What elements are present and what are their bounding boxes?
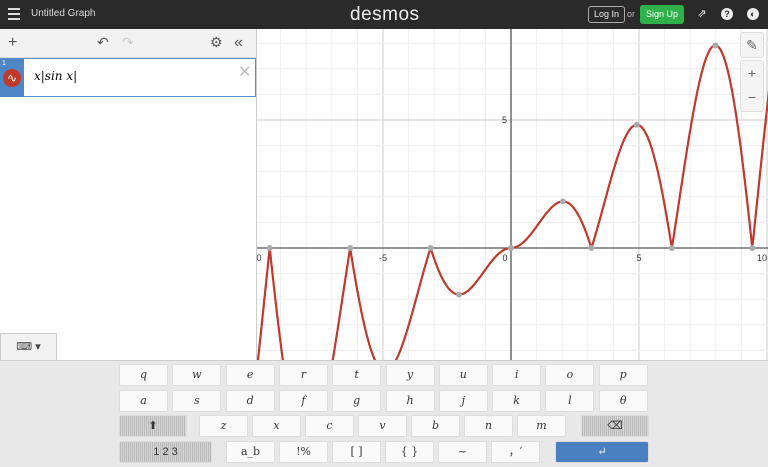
login-button[interactable]: Log In bbox=[588, 6, 626, 23]
key-row2-9[interactable]: θ bbox=[598, 390, 648, 412]
point-of-interest bbox=[456, 291, 463, 298]
x-tick-label: 5 bbox=[636, 253, 641, 263]
x-tick-label: 10 bbox=[757, 253, 767, 263]
shift-key[interactable]: ⬆ bbox=[119, 415, 187, 437]
key-row2-4[interactable]: g bbox=[332, 390, 382, 412]
numbers-key[interactable]: 1 2 3 bbox=[119, 441, 212, 463]
key-row4-4[interactable]: ~ bbox=[438, 441, 487, 463]
key-row3-5[interactable]: n bbox=[464, 415, 513, 437]
x-tick-label: -10 bbox=[257, 253, 262, 263]
key-row2-3[interactable]: f bbox=[278, 390, 328, 412]
y-tick-label: 5 bbox=[502, 115, 507, 125]
menu-icon[interactable] bbox=[8, 8, 20, 20]
key-6[interactable]: u bbox=[438, 364, 488, 386]
point-of-interest bbox=[266, 245, 273, 251]
graph-title[interactable]: Untitled Graph bbox=[31, 8, 95, 19]
key-row2-2[interactable]: d bbox=[225, 390, 275, 412]
point-of-interest bbox=[712, 42, 719, 49]
expression-index: 1 bbox=[2, 60, 6, 67]
expression-panel: + ↶ ↷ ⚙ « 1 ∿ x|sin x| ✕ bbox=[0, 29, 257, 360]
key-row3-2[interactable]: c bbox=[305, 415, 354, 437]
point-of-interest bbox=[559, 198, 566, 205]
signup-button[interactable]: Sign Up bbox=[640, 5, 685, 24]
key-4[interactable]: t bbox=[332, 364, 382, 386]
delete-expression-icon[interactable]: ✕ bbox=[238, 62, 251, 82]
backspace-key[interactable]: ⌫ bbox=[581, 415, 649, 437]
expression-row[interactable]: 1 ∿ x|sin x| ✕ bbox=[0, 58, 256, 97]
header: Untitled Graph desmos Log In or Sign Up … bbox=[0, 0, 768, 29]
point-of-interest bbox=[588, 245, 595, 251]
key-row4-0[interactable]: a_b bbox=[226, 441, 275, 463]
point-of-interest bbox=[633, 121, 640, 128]
key-row2-1[interactable]: s bbox=[172, 390, 222, 412]
key-row2-0[interactable]: a bbox=[119, 390, 168, 412]
key-row4-5[interactable]: ，′ bbox=[491, 441, 540, 463]
key-row4-2[interactable]: [ ] bbox=[332, 441, 381, 463]
settings-button[interactable]: ⚙ bbox=[210, 34, 223, 51]
collapse-panel-button[interactable]: « bbox=[234, 34, 243, 52]
key-row3-3[interactable]: v bbox=[358, 415, 407, 437]
key-1[interactable]: w bbox=[172, 364, 222, 386]
expression-tab[interactable]: 1 ∿ bbox=[0, 59, 24, 97]
add-expression-button[interactable]: + bbox=[8, 34, 17, 52]
key-3[interactable]: r bbox=[278, 364, 328, 386]
expression-input[interactable]: x|sin x| bbox=[34, 69, 77, 83]
globe-icon[interactable]: ◐ bbox=[747, 8, 759, 20]
graph-canvas[interactable]: -10 -5 0 5 10 5 ✎ + − bbox=[257, 29, 768, 360]
key-5[interactable]: y bbox=[385, 364, 435, 386]
graph-svg[interactable]: -10 -5 0 5 10 5 bbox=[257, 29, 768, 360]
graph-settings-wrench-icon[interactable]: ✎ bbox=[740, 32, 764, 58]
point-of-interest bbox=[427, 245, 434, 251]
key-8[interactable]: o bbox=[545, 364, 595, 386]
key-0[interactable]: q bbox=[119, 364, 168, 386]
key-row4-3[interactable]: { } bbox=[385, 441, 434, 463]
key-row2-8[interactable]: l bbox=[545, 390, 595, 412]
function-curve bbox=[257, 44, 768, 360]
key-9[interactable]: p bbox=[598, 364, 648, 386]
key-row2-7[interactable]: k bbox=[492, 390, 542, 412]
point-of-interest bbox=[508, 245, 514, 251]
x-tick-label: 0 bbox=[502, 253, 507, 263]
point-of-interest bbox=[749, 245, 756, 251]
key-row3-0[interactable]: z bbox=[199, 415, 248, 437]
key-row3-1[interactable]: x bbox=[252, 415, 301, 437]
on-screen-keyboard: q w e r t y u i o p a s d f g h j k l θ ⬆ z x c v b n m ⌫ 1 2 3 a_b!%[… bbox=[0, 360, 768, 467]
zoom-out-button[interactable]: − bbox=[741, 85, 763, 109]
key-7[interactable]: i bbox=[492, 364, 542, 386]
zoom-in-button[interactable]: + bbox=[741, 61, 763, 85]
x-tick-label: -5 bbox=[379, 253, 387, 263]
redo-button[interactable]: ↷ bbox=[122, 34, 134, 51]
key-row4-1[interactable]: !% bbox=[279, 441, 328, 463]
keyboard-toggle-button[interactable]: ⌨ ▾ bbox=[0, 333, 57, 361]
key-row3-4[interactable]: b bbox=[411, 415, 460, 437]
expression-toolbar: + ↶ ↷ ⚙ « bbox=[0, 29, 256, 58]
graph-style-icon[interactable]: ∿ bbox=[3, 69, 21, 87]
point-of-interest bbox=[347, 245, 354, 251]
key-row3-6[interactable]: m bbox=[517, 415, 566, 437]
key-row2-5[interactable]: h bbox=[385, 390, 435, 412]
share-icon[interactable]: ⇗ bbox=[696, 8, 708, 20]
key-row2-6[interactable]: j bbox=[438, 390, 488, 412]
point-of-interest bbox=[668, 245, 675, 251]
desmos-logo: desmos bbox=[350, 4, 420, 25]
help-icon[interactable]: ? bbox=[721, 8, 733, 20]
key-2[interactable]: e bbox=[225, 364, 275, 386]
undo-button[interactable]: ↶ bbox=[97, 34, 109, 51]
or-label: or bbox=[627, 9, 636, 19]
zoom-controls: + − bbox=[740, 60, 764, 112]
enter-key[interactable]: ↵ bbox=[555, 441, 649, 463]
